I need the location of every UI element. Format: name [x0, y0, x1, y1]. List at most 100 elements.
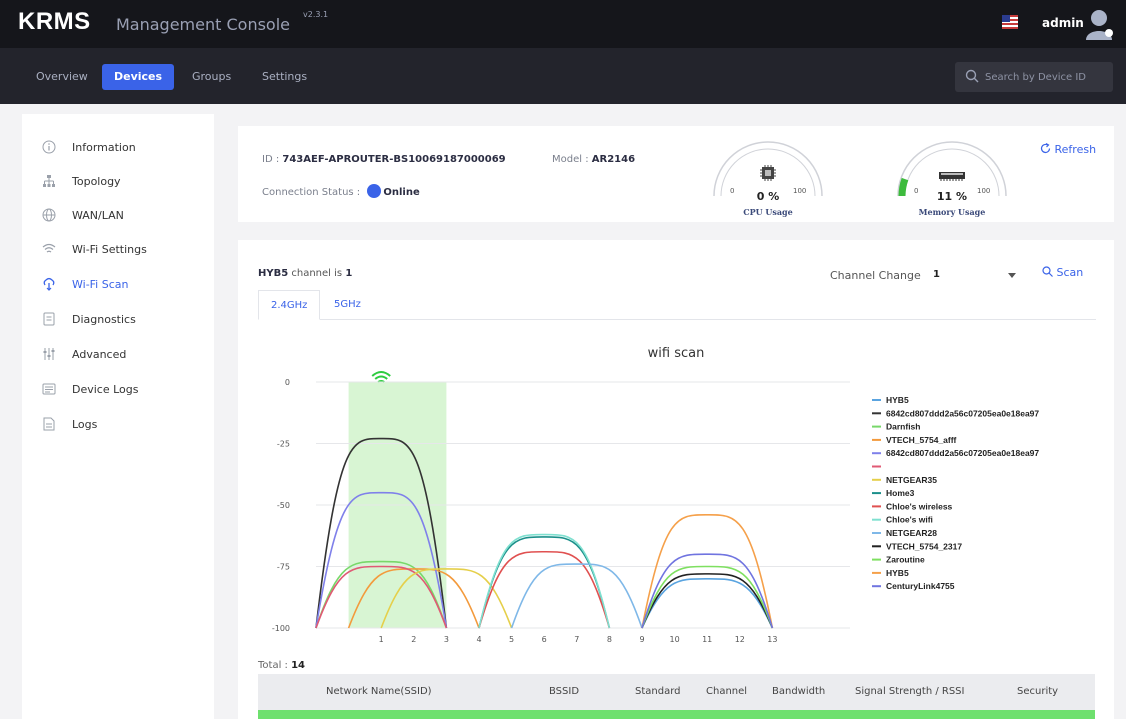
x-tick-label: 8	[607, 635, 612, 644]
status-value: Online	[383, 187, 420, 198]
model-value: AR2146	[591, 154, 636, 165]
x-tick-label: 6	[542, 635, 547, 644]
connection-status-row: Connection Status : Online	[262, 184, 420, 198]
legend-entry: NETGEAR35	[886, 475, 937, 485]
sidebar-item-diagnostics[interactable]: Diagnostics	[22, 310, 214, 330]
search-icon	[1042, 266, 1053, 277]
channel-text: channel is	[288, 268, 346, 279]
y-tick-label: -25	[277, 440, 290, 449]
x-tick-label: 9	[639, 635, 644, 644]
brand-logo: KRMS	[18, 8, 91, 35]
x-tick-label: 4	[476, 635, 481, 644]
cpu-gauge: 0 100 0 % CPU Usage	[708, 134, 828, 220]
sidebar-item-label: Topology	[72, 175, 121, 188]
sidebar-item-label: Diagnostics	[72, 313, 136, 326]
column-bssid[interactable]: BSSID	[549, 686, 579, 697]
series-line	[641, 565, 774, 629]
current-network: HYB5	[258, 268, 289, 279]
avatar-icon[interactable]	[1084, 8, 1114, 40]
cpu-chip-icon	[760, 165, 776, 181]
user-name[interactable]: admin	[1042, 16, 1084, 30]
sidebar-item-wifi-scan[interactable]: Wi-Fi Scan	[22, 275, 214, 295]
series-line	[510, 563, 643, 629]
device-id-row: ID : 743AEF-APROUTER-BS10069187000069	[262, 154, 506, 165]
version-label: v2.3.1	[303, 10, 329, 19]
globe-icon	[42, 208, 56, 222]
table-row[interactable]	[258, 710, 1095, 719]
column-standard[interactable]: Standard	[635, 686, 681, 697]
series-line	[641, 573, 774, 629]
sidebar-item-device-logs[interactable]: Device Logs	[22, 380, 214, 400]
column-channel[interactable]: Channel	[706, 686, 747, 697]
sidebar-item-topology[interactable]: Topology	[22, 172, 214, 192]
legend-entry: Home3	[886, 488, 915, 498]
scan-button[interactable]: Scan	[1042, 266, 1083, 279]
legend-entry: 6842cd807ddd2a56c07205ea0e18ea97	[886, 408, 1039, 418]
tabs-divider	[258, 319, 1096, 320]
device-logs-icon	[42, 383, 56, 395]
device-id-label: ID :	[262, 154, 283, 165]
x-tick-label: 7	[574, 635, 579, 644]
us-flag-icon[interactable]	[1002, 15, 1018, 29]
series-line	[478, 533, 611, 629]
sidebar-item-label: Device Logs	[72, 383, 139, 396]
refresh-button[interactable]: Refresh	[1040, 142, 1097, 156]
tab-2-4ghz[interactable]: 2.4GHz	[258, 290, 321, 320]
chevron-down-icon	[1008, 273, 1016, 278]
wifi-scan-icon	[43, 277, 55, 291]
y-tick-label: -75	[277, 563, 290, 572]
model-label: Model :	[552, 154, 592, 165]
main-nav: Overview Devices Groups Settings	[0, 48, 1126, 104]
column-ssid[interactable]: Network Name(SSID)	[326, 686, 432, 697]
memory-chip-icon	[939, 172, 965, 181]
x-tick-label: 3	[444, 635, 449, 644]
tab-5ghz[interactable]: 5GHz	[322, 290, 373, 320]
device-search[interactable]	[955, 62, 1113, 92]
total-label: Total :	[258, 660, 292, 671]
column-security[interactable]: Security	[1017, 686, 1058, 697]
sidebar-item-advanced[interactable]: Advanced	[22, 345, 214, 365]
device-id: 743AEF-APROUTER-BS10069187000069	[282, 154, 506, 165]
sidebar-item-label: WAN/LAN	[72, 209, 124, 222]
memory-label: Memory Usage	[918, 207, 986, 217]
column-signal[interactable]: Signal Strength / RSSI	[855, 686, 964, 697]
sidebar: Information Topology WAN/LAN Wi-Fi Setti…	[22, 114, 214, 719]
current-channel-info: HYB5 channel is 1	[258, 268, 352, 279]
sidebar-item-label: Information	[72, 141, 136, 154]
topology-icon	[43, 175, 55, 187]
wifi-marker-icon	[371, 371, 391, 377]
tab-overview[interactable]: Overview	[24, 64, 100, 90]
x-tick-label: 11	[702, 635, 712, 644]
tab-devices[interactable]: Devices	[102, 64, 175, 90]
tab-settings[interactable]: Settings	[250, 64, 319, 90]
series-line	[641, 514, 774, 629]
legend-entry: Darnfish	[886, 422, 920, 432]
legend-entry: NETGEAR28	[886, 528, 937, 538]
sidebar-item-label: Wi-Fi Scan	[72, 278, 129, 291]
wifi-marker-icon	[374, 375, 388, 380]
wifi-scan-card: HYB5 channel is 1 Channel Change 1 Scan …	[238, 240, 1114, 719]
status-dot-icon	[367, 184, 382, 198]
sidebar-item-wifi-settings[interactable]: Wi-Fi Settings	[22, 240, 214, 260]
sidebar-item-information[interactable]: Information	[22, 138, 214, 158]
top-header: KRMS Management Console v2.3.1 admin	[0, 0, 1126, 48]
current-channel: 1	[345, 268, 353, 279]
channel-change-value: 1	[933, 269, 940, 280]
legend-entry: VTECH_5754_2317	[886, 541, 962, 551]
wifi-scan-chart: 0-25-50-75-1001 2 3 4 5 6 7 8 9 10 11 12 13HYB56842c…	[272, 371, 1039, 644]
x-tick-label: 12	[735, 635, 745, 644]
legend-entry: 6842cd807ddd2a56c07205ea0e18ea97	[886, 448, 1039, 458]
search-input[interactable]	[985, 68, 1107, 86]
tab-groups[interactable]: Groups	[180, 64, 243, 90]
wifi-icon	[42, 243, 56, 253]
sidebar-item-wan-lan[interactable]: WAN/LAN	[22, 206, 214, 226]
column-bandwidth[interactable]: Bandwidth	[772, 686, 825, 697]
x-tick-label: 2	[411, 635, 416, 644]
sidebar-item-logs[interactable]: Logs	[22, 415, 214, 435]
x-tick-label: 5	[509, 635, 514, 644]
channel-change-select[interactable]: 1	[933, 264, 1023, 286]
device-info-card: ID : 743AEF-APROUTER-BS10069187000069 Mo…	[238, 126, 1114, 222]
memory-value: 11 %	[936, 190, 968, 203]
scan-label: Scan	[1056, 266, 1084, 279]
refresh-label: Refresh	[1054, 143, 1097, 156]
